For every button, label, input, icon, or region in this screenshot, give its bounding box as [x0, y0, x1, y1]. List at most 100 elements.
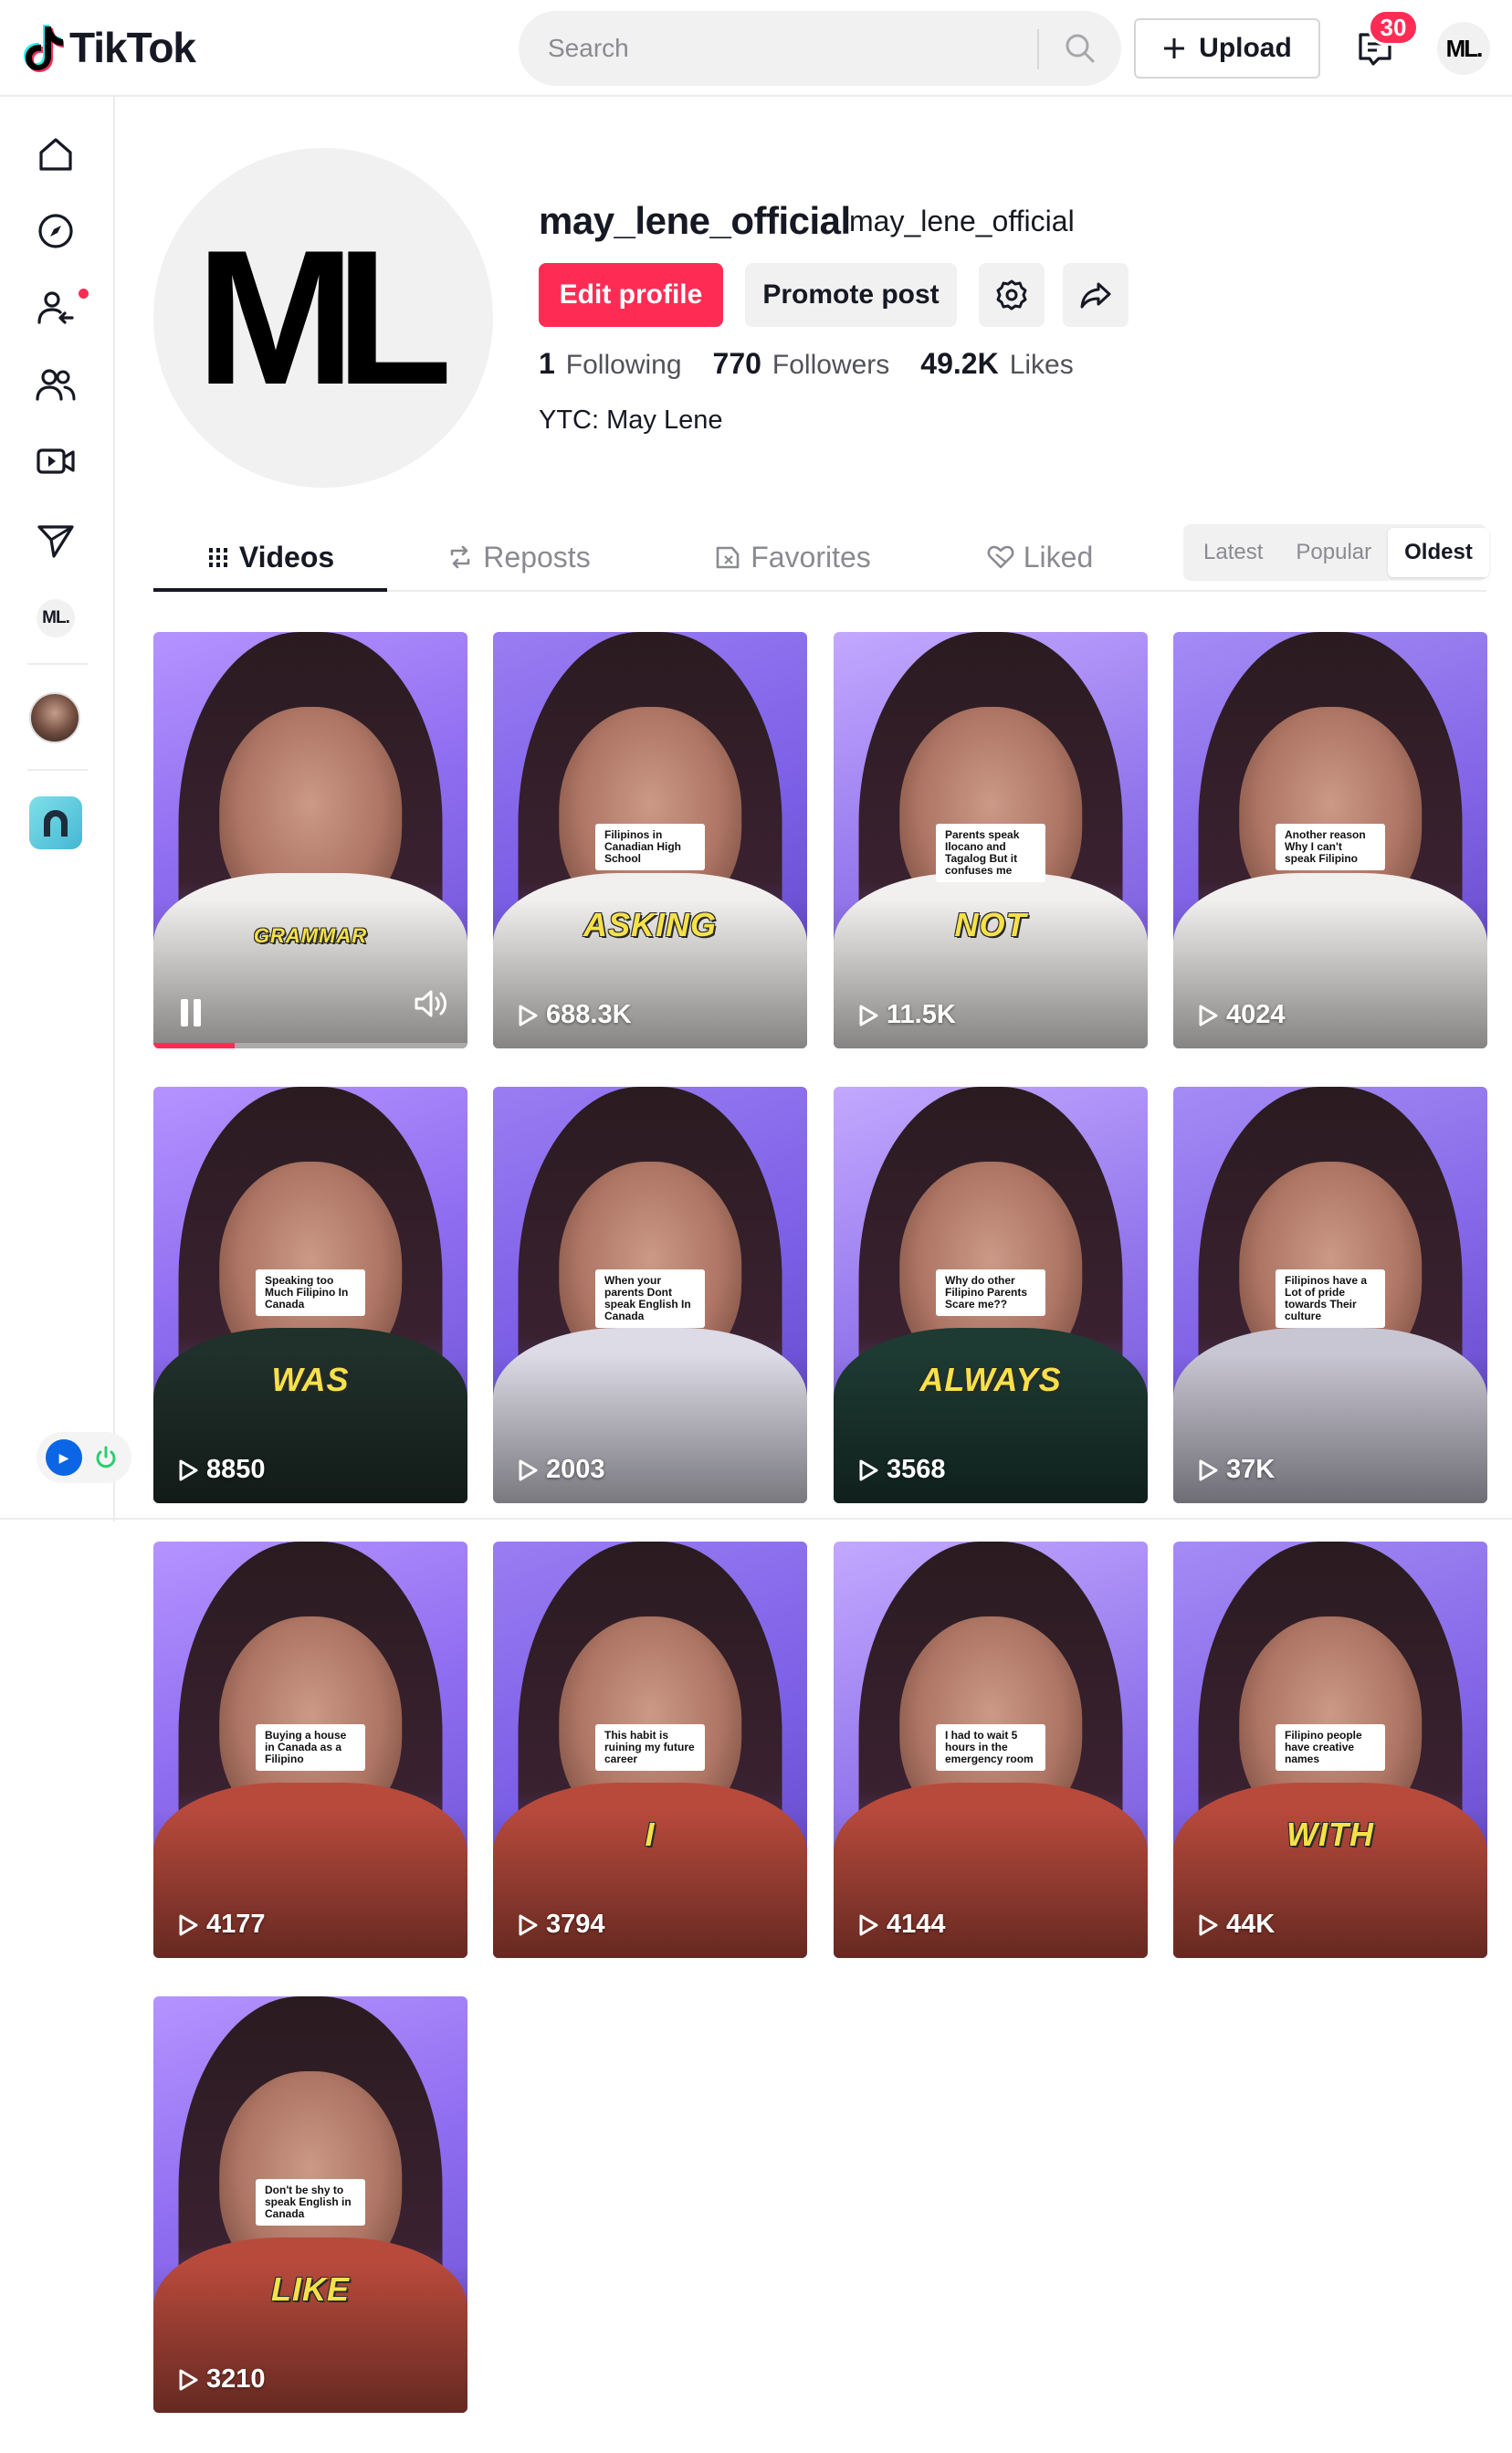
video-view-count: 3794	[517, 1910, 605, 1940]
search-divider	[1037, 29, 1039, 69]
view-count-text: 4024	[1226, 1000, 1286, 1029]
video-thumbnail[interactable]: Don't be shy to speak English in Canada L…	[153, 1996, 467, 2413]
video-caption-card: Speaking too Much Filipino In Canada	[256, 1269, 365, 1316]
search-bar	[519, 11, 1121, 86]
share-icon	[1080, 282, 1111, 309]
video-thumbnail[interactable]: Filipino people have creative names WITH 4…	[1173, 1542, 1487, 1958]
grid-icon	[208, 548, 227, 567]
view-count-text: 688.3K	[546, 1000, 632, 1029]
account-avatar[interactable]: ML.	[1437, 22, 1490, 75]
search-icon	[1066, 34, 1095, 63]
profile-username: may_lene_official	[539, 199, 851, 242]
video-view-count: 2003	[517, 1455, 605, 1485]
sidebar-item-explore[interactable]	[33, 208, 79, 254]
video-progress-bar[interactable]	[153, 1043, 467, 1048]
power-icon[interactable]	[89, 1441, 122, 1474]
video-overlay-text: I	[645, 1816, 656, 1853]
pause-icon[interactable]	[181, 999, 205, 1026]
view-count-text: 3568	[887, 1455, 946, 1484]
video-thumbnail[interactable]: This habit is ruining my future career I 3…	[493, 1542, 807, 1958]
video-view-count: 37K	[1197, 1455, 1275, 1485]
video-view-count: 3568	[857, 1455, 946, 1485]
video-thumbnail[interactable]: Parents speak Ilocano and Tagalog But it…	[834, 632, 1148, 1048]
sidebar-item-messages[interactable]	[33, 517, 79, 563]
share-profile-button[interactable]	[1063, 263, 1129, 327]
promote-post-button[interactable]: Promote post	[745, 263, 957, 327]
sort-toggle: Latest Popular Oldest	[1183, 524, 1489, 581]
tab-liked[interactable]: Liked	[944, 522, 1136, 592]
view-count-text: 4144	[887, 1910, 946, 1939]
view-count-text: 3794	[546, 1910, 605, 1939]
sort-latest[interactable]: Latest	[1187, 528, 1279, 577]
settings-button[interactable]	[979, 263, 1045, 327]
tiktok-note-icon	[24, 25, 64, 72]
video-view-count: 3210	[177, 2364, 266, 2395]
video-caption-card: This habit is ruining my future career	[595, 1724, 705, 1771]
view-count-text: 37K	[1226, 1455, 1276, 1484]
tab-videos[interactable]: Videos	[153, 522, 387, 592]
view-count-text: 2003	[546, 1455, 605, 1484]
video-thumbnail[interactable]: Filipinos have a Lot of pride towards Th…	[1173, 1087, 1487, 1503]
sidebar-app-shortcut[interactable]	[29, 796, 82, 849]
video-thumbnail[interactable]: Buying a house in Canada as a Filipino 41…	[153, 1542, 467, 1958]
video-caption-card: Filipino people have creative names	[1276, 1724, 1385, 1771]
upload-button[interactable]: Upload	[1134, 18, 1320, 79]
sidebar-item-live[interactable]	[33, 438, 79, 484]
sidebar-item-friends[interactable]	[33, 362, 79, 407]
sidebar-item-profile[interactable]: ML.	[37, 599, 75, 637]
followers-label: Followers	[772, 350, 890, 380]
inbox-badge: 30	[1368, 9, 1419, 46]
floating-widget[interactable]: ▶	[37, 1432, 131, 1483]
play-icon	[519, 1459, 538, 1480]
liked-heart-icon	[987, 545, 1014, 569]
following-stat[interactable]: 1 Following	[539, 347, 682, 381]
play-icon	[519, 1005, 538, 1026]
plus-icon	[1164, 38, 1185, 58]
video-thumbnail[interactable]: I had to wait 5 hours in the emergency r…	[834, 1542, 1148, 1958]
profile-bio: YTC: May Lene	[539, 405, 723, 435]
view-count-text: 3210	[206, 2364, 266, 2394]
video-view-count: 4177	[177, 1910, 266, 1940]
view-count-text: 4177	[206, 1910, 266, 1939]
play-icon	[179, 2369, 198, 2390]
messages-icon	[37, 525, 74, 558]
video-thumbnail[interactable]: Another reason Why I can't speak Filipin…	[1173, 632, 1487, 1048]
search-input[interactable]	[548, 13, 1059, 84]
video-caption-card: Filipinos in Canadian High School	[595, 824, 705, 870]
volume-icon[interactable]	[413, 987, 449, 1025]
video-progress-fill	[153, 1043, 236, 1048]
play-icon	[1199, 1914, 1218, 1935]
logo-text: TikTok	[69, 24, 196, 71]
widget-app-icon[interactable]: ▶	[46, 1439, 82, 1476]
sidebar-followed-avatar[interactable]	[29, 692, 80, 743]
following-count: 1	[539, 347, 555, 380]
profile-stats: 1 Following 770 Followers 49.2K Likes	[539, 347, 1074, 381]
video-overlay-text: ASKING	[583, 906, 717, 943]
sidebar-item-home[interactable]	[33, 132, 79, 177]
video-thumbnail[interactable]: GRAMMAR	[153, 632, 467, 1048]
play-icon	[519, 1914, 538, 1935]
video-overlay-text: LIKE	[270, 2270, 350, 2308]
video-thumbnail[interactable]: Filipinos in Canadian High School ASKING 6…	[493, 632, 807, 1048]
video-overlay-text: WITH	[1286, 1816, 1374, 1853]
video-caption-card: Don't be shy to speak English in Canada	[256, 2179, 365, 2226]
tab-reposts[interactable]: Reposts	[418, 522, 619, 592]
friends-icon	[36, 369, 76, 401]
video-thumbnail[interactable]: Why do other Filipino Parents Scare me??…	[834, 1087, 1148, 1503]
followers-stat[interactable]: 770 Followers	[713, 347, 890, 381]
likes-label: Likes	[1009, 350, 1074, 380]
tab-favorites[interactable]: Favorites	[683, 522, 902, 592]
edit-profile-button[interactable]: Edit profile	[539, 263, 723, 327]
play-icon	[859, 1914, 878, 1935]
tiktok-logo[interactable]: TikTok	[24, 20, 196, 75]
search-button[interactable]	[1041, 13, 1119, 84]
following-icon	[37, 291, 74, 324]
sort-popular[interactable]: Popular	[1279, 528, 1388, 577]
profile-avatar[interactable]: ML	[153, 148, 493, 488]
sidebar-item-following[interactable]	[33, 285, 79, 331]
video-thumbnail[interactable]: Speaking too Much Filipino In Canada WAS 8…	[153, 1087, 467, 1503]
sort-oldest[interactable]: Oldest	[1388, 528, 1489, 577]
active-tab-indicator	[153, 588, 387, 592]
video-thumbnail[interactable]: When your parents Dont speak English In …	[493, 1087, 807, 1503]
following-label: Following	[565, 350, 682, 380]
